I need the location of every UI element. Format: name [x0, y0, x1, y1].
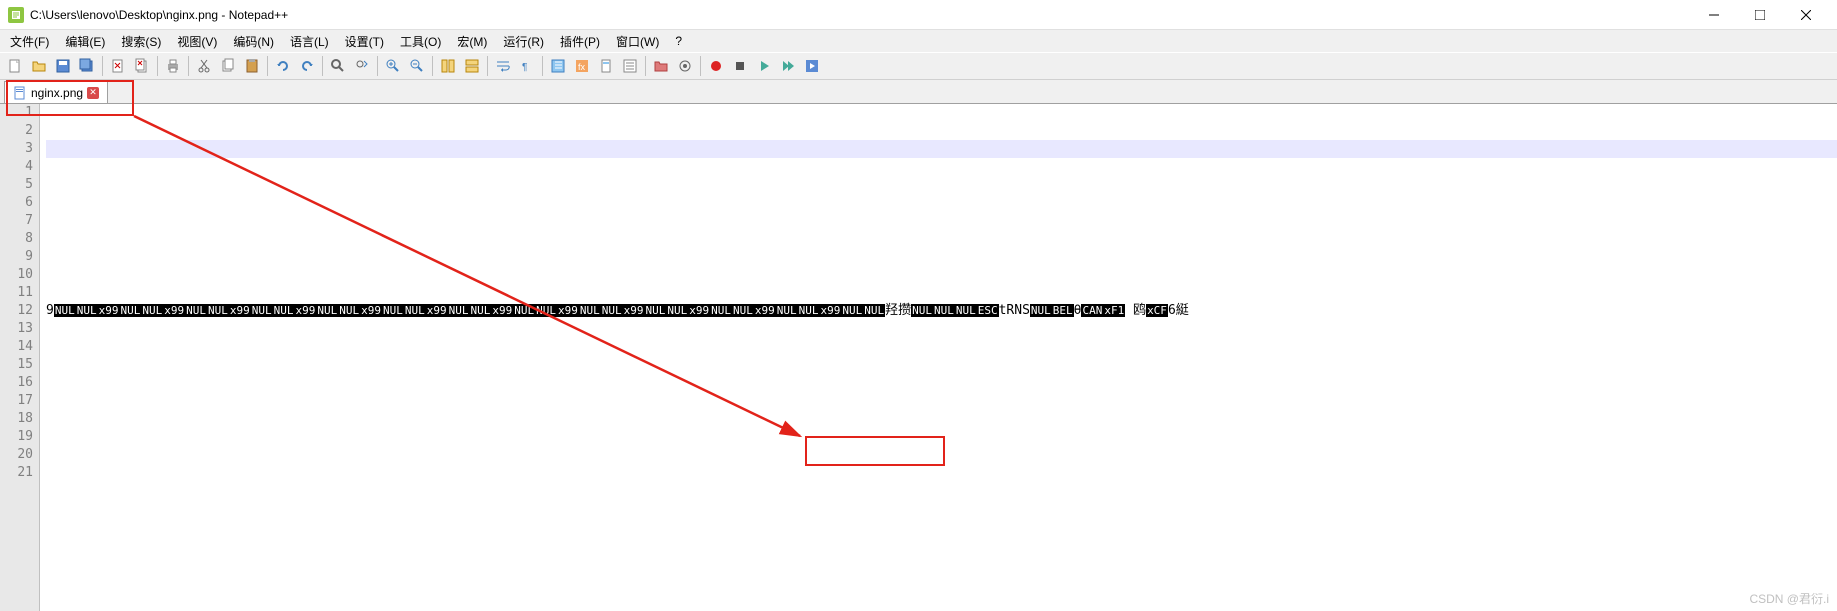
close-file-button[interactable]	[107, 55, 129, 77]
lang-button[interactable]: fx	[571, 55, 593, 77]
code-area[interactable]: 9NULNULx99NULNULx99NULNULx99NULNULx99NUL…	[40, 104, 1837, 611]
file-icon	[13, 86, 27, 100]
code-line-6	[46, 410, 1837, 428]
tabbar: nginx.png ✕	[0, 80, 1837, 104]
record-macro-button[interactable]	[705, 55, 727, 77]
replace-button[interactable]	[351, 55, 373, 77]
wordwrap-button[interactable]	[492, 55, 514, 77]
code-line-9	[46, 572, 1837, 590]
toolbar-separator	[487, 56, 488, 76]
stop-macro-button[interactable]	[729, 55, 751, 77]
watermark: CSDN @君衍.i	[1749, 590, 1829, 607]
toolbar: ¶ fx	[0, 52, 1837, 80]
toolbar-separator	[322, 56, 323, 76]
play-multi-button[interactable]	[777, 55, 799, 77]
open-file-button[interactable]	[28, 55, 50, 77]
close-button[interactable]	[1783, 0, 1829, 30]
sync-h-button[interactable]	[461, 55, 483, 77]
window-controls	[1691, 0, 1829, 30]
copy-button[interactable]	[217, 55, 239, 77]
toolbar-separator	[700, 56, 701, 76]
indent-guide-button[interactable]	[547, 55, 569, 77]
paste-button[interactable]	[241, 55, 263, 77]
save-all-button[interactable]	[76, 55, 98, 77]
toolbar-separator	[432, 56, 433, 76]
cut-button[interactable]	[193, 55, 215, 77]
doc-list-button[interactable]	[619, 55, 641, 77]
menu-language[interactable]: 语言(L)	[284, 31, 335, 52]
close-all-button[interactable]	[131, 55, 153, 77]
code-line-3	[46, 248, 1837, 266]
menu-settings[interactable]: 设置(T)	[339, 31, 390, 52]
find-button[interactable]	[327, 55, 349, 77]
menu-help[interactable]: ?	[669, 32, 688, 50]
zoom-in-button[interactable]	[382, 55, 404, 77]
svg-text:¶: ¶	[522, 62, 527, 73]
show-chars-button[interactable]: ¶	[516, 55, 538, 77]
tab-label: nginx.png	[31, 86, 83, 100]
line-gutter: 123456789101112131415161718192021	[0, 104, 40, 611]
toolbar-separator	[188, 56, 189, 76]
print-button[interactable]	[162, 55, 184, 77]
code-line-7	[46, 464, 1837, 482]
save-macro-button[interactable]	[801, 55, 823, 77]
doc-map-button[interactable]	[595, 55, 617, 77]
new-file-button[interactable]	[4, 55, 26, 77]
menu-plugins[interactable]: 插件(P)	[554, 31, 606, 52]
toolbar-separator	[377, 56, 378, 76]
editor: 123456789101112131415161718192021 9NULNU…	[0, 104, 1837, 611]
code-line-2	[46, 194, 1837, 212]
menu-tools[interactable]: 工具(O)	[394, 31, 447, 52]
redo-button[interactable]	[296, 55, 318, 77]
menu-edit[interactable]: 编辑(E)	[59, 31, 111, 52]
app-icon	[8, 7, 24, 23]
menu-search[interactable]: 搜索(S)	[115, 31, 167, 52]
toolbar-separator	[157, 56, 158, 76]
minimize-button[interactable]	[1691, 0, 1737, 30]
toolbar-separator	[645, 56, 646, 76]
code-line-1	[46, 140, 1837, 158]
menu-macro[interactable]: 宏(M)	[451, 31, 493, 52]
menu-window[interactable]: 窗口(W)	[610, 31, 665, 52]
sync-v-button[interactable]	[437, 55, 459, 77]
save-button[interactable]	[52, 55, 74, 77]
menubar: 文件(F) 编辑(E) 搜索(S) 视图(V) 编码(N) 语言(L) 设置(T…	[0, 30, 1837, 52]
menu-run[interactable]: 运行(R)	[497, 31, 550, 52]
code-line-4: 9NULNULx99NULNULx99NULNULx99NULNULx99NUL…	[46, 302, 1837, 320]
code-line-8	[46, 518, 1837, 536]
menu-view[interactable]: 视图(V)	[171, 31, 223, 52]
file-tab[interactable]: nginx.png ✕	[4, 81, 108, 103]
toolbar-separator	[102, 56, 103, 76]
tab-close-button[interactable]: ✕	[87, 87, 99, 99]
toolbar-separator	[542, 56, 543, 76]
menu-file[interactable]: 文件(F)	[4, 31, 55, 52]
toolbar-separator	[267, 56, 268, 76]
code-line-5	[46, 356, 1837, 374]
titlebar: C:\Users\lenovo\Desktop\nginx.png - Note…	[0, 0, 1837, 30]
play-macro-button[interactable]	[753, 55, 775, 77]
svg-text:fx: fx	[578, 62, 586, 72]
window-title: C:\Users\lenovo\Desktop\nginx.png - Note…	[30, 8, 1691, 22]
menu-encoding[interactable]: 编码(N)	[227, 31, 280, 52]
zoom-out-button[interactable]	[406, 55, 428, 77]
monitor-button[interactable]	[674, 55, 696, 77]
undo-button[interactable]	[272, 55, 294, 77]
folder-button[interactable]	[650, 55, 672, 77]
maximize-button[interactable]	[1737, 0, 1783, 30]
